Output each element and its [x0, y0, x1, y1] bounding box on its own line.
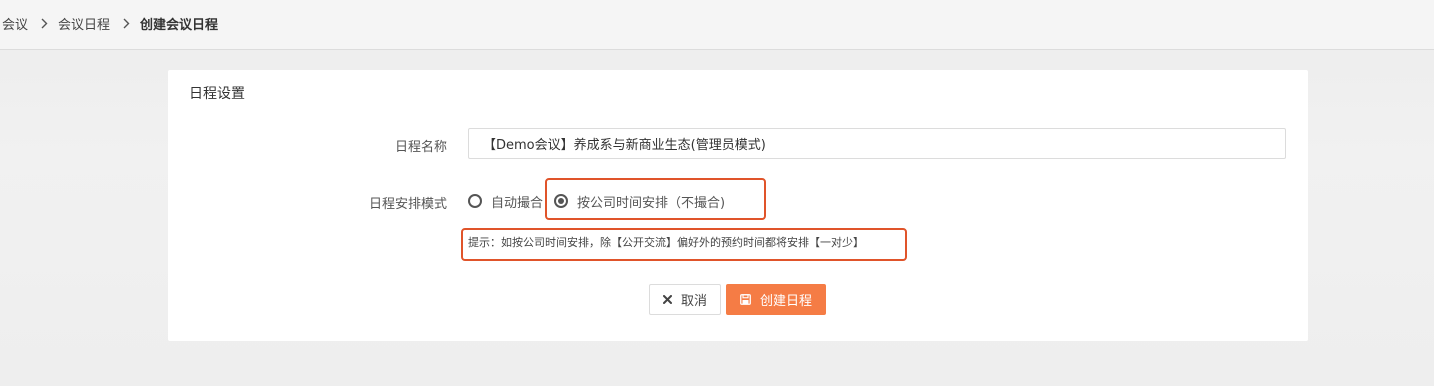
highlight-box-mode — [545, 178, 766, 220]
schedule-name-input[interactable] — [468, 128, 1286, 159]
radio-icon — [468, 194, 482, 208]
chevron-right-icon — [41, 18, 49, 29]
create-schedule-button-label: 创建日程 — [759, 294, 812, 309]
highlight-box-hint — [461, 228, 907, 261]
schedule-name-label: 日程名称 — [394, 140, 447, 155]
cancel-button[interactable]: 取消 — [649, 284, 721, 315]
save-icon — [740, 294, 751, 305]
breadcrumb-item-schedule[interactable]: 会议日程 — [58, 14, 110, 33]
chevron-right-icon — [123, 18, 131, 29]
radio-auto-match[interactable]: 自动撮合 — [468, 192, 543, 211]
top-bar: 会议 会议日程 创建会议日程 — [0, 0, 1434, 50]
breadcrumb-item-create-schedule: 创建会议日程 — [140, 17, 219, 33]
cancel-button-label: 取消 — [680, 294, 707, 309]
breadcrumb: 会议 会议日程 创建会议日程 — [2, 0, 218, 46]
create-schedule-button[interactable]: 创建日程 — [726, 284, 826, 315]
close-icon — [662, 295, 672, 304]
breadcrumb-item-meeting[interactable]: 会议 — [2, 14, 28, 33]
schedule-mode-label: 日程安排模式 — [368, 197, 447, 212]
radio-auto-match-label: 自动撮合 — [491, 195, 544, 211]
schedule-settings-card: 日程设置 日程名称 日程安排模式 自动撮合 按公司时间安排（不撮合) 提示：如按… — [168, 70, 1308, 341]
card-title: 日程设置 — [189, 86, 245, 102]
